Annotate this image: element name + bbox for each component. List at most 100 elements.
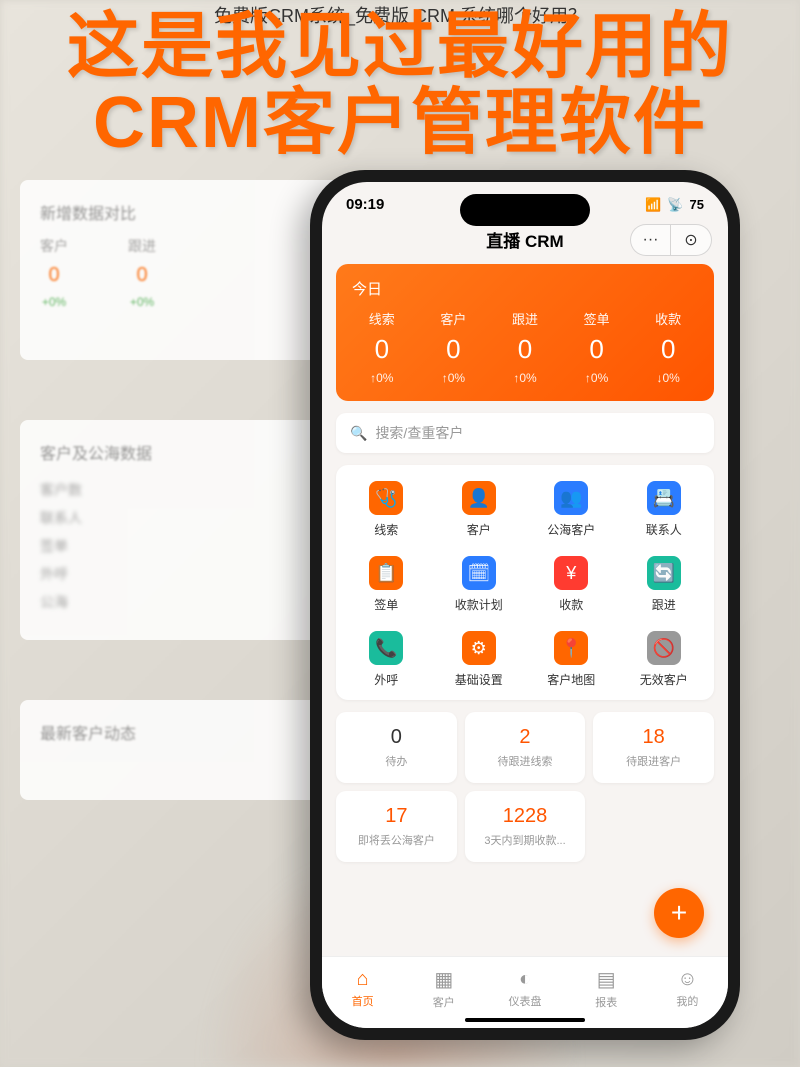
stats-item[interactable]: 线索 0 ↑0% (346, 309, 418, 385)
grid-icon: 📞 (369, 631, 403, 665)
grid-icon: 🩺 (369, 481, 403, 515)
count-value: 18 (601, 726, 706, 749)
search-icon: 🔍 (350, 425, 367, 442)
grid-item-线索[interactable]: 🩺 线索 (344, 481, 429, 538)
stats-change: ↑0% (561, 371, 633, 385)
app-title: 直播 CRM (486, 227, 563, 252)
grid-label: 签单 (374, 596, 398, 613)
grid-label: 客户 (467, 521, 491, 538)
grid-item-收款计划[interactable]: 🗓 收款计划 (437, 556, 522, 613)
nav-item-报表[interactable]: ▤ 报表 (566, 957, 647, 1020)
stats-change: ↑0% (418, 371, 490, 385)
stats-value: 0 (489, 334, 561, 365)
nav-icon: ▦ (434, 967, 453, 992)
grid-icon: ¥ (554, 556, 588, 590)
stats-change: ↓0% (632, 371, 704, 385)
grid-item-无效客户[interactable]: 🚫 无效客户 (622, 631, 707, 688)
miniprogram-capsule: ··· ⊙ (630, 224, 712, 256)
search-placeholder: 搜索/查重客户 (375, 423, 463, 443)
nav-label: 客户 (433, 994, 455, 1010)
stats-change: ↑0% (489, 371, 561, 385)
nav-label: 首页 (352, 993, 374, 1009)
stats-item[interactable]: 签单 0 ↑0% (561, 309, 633, 385)
battery-level: 75 (690, 197, 704, 212)
home-indicator (465, 1018, 585, 1022)
stats-item[interactable]: 跟进 0 ↑0% (489, 309, 561, 385)
count-card[interactable]: 0 待办 (336, 712, 457, 783)
wifi-icon: 📡 (667, 197, 683, 213)
grid-icon: 🔄 (647, 556, 681, 590)
grid-label: 公海客户 (547, 521, 595, 538)
stats-label: 收款 (632, 309, 704, 328)
nav-label: 仪表盘 (509, 993, 542, 1009)
stats-item[interactable]: 客户 0 ↑0% (418, 309, 490, 385)
grid-item-收款[interactable]: ¥ 收款 (529, 556, 614, 613)
grid-label: 收款 (559, 596, 583, 613)
add-button[interactable]: + (654, 888, 704, 938)
grid-item-客户[interactable]: 👤 客户 (437, 481, 522, 538)
count-label: 即将丢公海客户 (344, 832, 449, 848)
grid-icon: 📋 (369, 556, 403, 590)
nav-icon: ◐ (519, 968, 531, 991)
nav-item-客户[interactable]: ▦ 客户 (403, 957, 484, 1020)
grid-item-跟进[interactable]: 🔄 跟进 (622, 556, 707, 613)
count-value: 1228 (473, 805, 578, 828)
stats-change: ↑0% (346, 371, 418, 385)
more-button[interactable]: ··· (631, 225, 671, 255)
count-card[interactable]: 1228 3天内到期收款... (465, 791, 586, 862)
stats-label: 跟进 (489, 309, 561, 328)
grid-icon: 🚫 (647, 631, 681, 665)
signal-icon: 📶 (645, 197, 661, 213)
grid-icon: 👥 (554, 481, 588, 515)
grid-item-联系人[interactable]: 📇 联系人 (622, 481, 707, 538)
grid-item-外呼[interactable]: 📞 外呼 (344, 631, 429, 688)
grid-label: 联系人 (646, 521, 682, 538)
grid-item-签单[interactable]: 📋 签单 (344, 556, 429, 613)
headline: 这是我见过最好用的 CRM客户管理软件 (0, 10, 800, 161)
today-label: 今日 (346, 278, 704, 299)
stats-value: 0 (632, 334, 704, 365)
grid-label: 基础设置 (455, 671, 503, 688)
nav-icon: ▤ (597, 967, 616, 992)
feature-grid: 🩺 线索👤 客户👥 公海客户📇 联系人📋 签单🗓 收款计划¥ 收款🔄 跟进📞 外… (336, 465, 714, 700)
grid-label: 跟进 (652, 596, 676, 613)
grid-item-基础设置[interactable]: ⚙ 基础设置 (437, 631, 522, 688)
grid-label: 线索 (374, 521, 398, 538)
nav-icon: ⌂ (357, 968, 369, 991)
nav-icon: ☺ (677, 968, 697, 991)
grid-icon: 👤 (462, 481, 496, 515)
count-label: 3天内到期收款... (473, 832, 578, 848)
nav-item-仪表盘[interactable]: ◐ 仪表盘 (484, 957, 565, 1020)
stats-label: 线索 (346, 309, 418, 328)
stats-item[interactable]: 收款 0 ↓0% (632, 309, 704, 385)
close-button[interactable]: ⊙ (671, 225, 711, 255)
phone-notch (460, 194, 590, 226)
stats-label: 客户 (418, 309, 490, 328)
nav-item-首页[interactable]: ⌂ 首页 (322, 957, 403, 1020)
count-value: 2 (473, 726, 578, 749)
count-label: 待跟进线索 (473, 753, 578, 769)
grid-label: 外呼 (374, 671, 398, 688)
nav-label: 我的 (676, 993, 698, 1009)
nav-label: 报表 (595, 994, 617, 1010)
count-label: 待跟进客户 (601, 753, 706, 769)
count-card[interactable]: 18 待跟进客户 (593, 712, 714, 783)
count-card[interactable]: 17 即将丢公海客户 (336, 791, 457, 862)
grid-icon: ⚙ (462, 631, 496, 665)
count-card[interactable]: 2 待跟进线索 (465, 712, 586, 783)
grid-icon: 🗓 (462, 556, 496, 590)
stats-label: 签单 (561, 309, 633, 328)
phone-frame: 09:19 📶 📡 75 直播 CRM ··· ⊙ 今日 线索 0 ↑0%客户 … (310, 170, 740, 1040)
grid-item-公海客户[interactable]: 👥 公海客户 (529, 481, 614, 538)
phone-screen: 09:19 📶 📡 75 直播 CRM ··· ⊙ 今日 线索 0 ↑0%客户 … (322, 182, 728, 1028)
grid-label: 无效客户 (640, 671, 688, 688)
search-input[interactable]: 🔍 搜索/查重客户 (336, 413, 714, 453)
today-stats-card[interactable]: 今日 线索 0 ↑0%客户 0 ↑0%跟进 0 ↑0%签单 0 ↑0%收款 0 … (336, 264, 714, 401)
grid-label: 客户地图 (547, 671, 595, 688)
status-time: 09:19 (346, 196, 384, 213)
stats-value: 0 (346, 334, 418, 365)
nav-item-我的[interactable]: ☺ 我的 (647, 957, 728, 1020)
grid-icon: 📍 (554, 631, 588, 665)
stats-value: 0 (561, 334, 633, 365)
grid-item-客户地图[interactable]: 📍 客户地图 (529, 631, 614, 688)
